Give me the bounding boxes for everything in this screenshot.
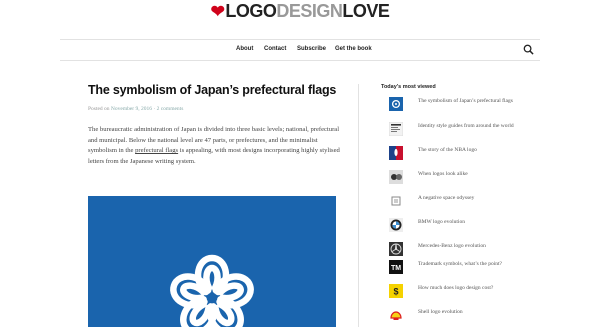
shell-thumb-icon (389, 308, 403, 322)
nav-get-the-book[interactable]: Get the book (335, 46, 372, 52)
list-item-label: How much does logo design cost? (418, 285, 494, 291)
prefectural-flags-link[interactable]: prefectural flags (135, 147, 178, 154)
meta-prefix: Posted on (88, 106, 110, 112)
negative-space-thumb-icon (389, 194, 403, 208)
article-title[interactable]: The symbolism of Japan’s prefectural fla… (88, 83, 336, 97)
heart-icon: ❤ (210, 2, 225, 21)
logo-text-love: LOVE (342, 1, 390, 21)
list-item-label: When logos look alike (418, 171, 468, 177)
list-item-label: Shell logo evolution (418, 309, 463, 315)
sidebar-divider (358, 84, 359, 327)
main-nav: About Contact Subscribe Get the book (60, 40, 540, 60)
list-item-label: The symbolism of Japan’s prefectural fla… (418, 98, 513, 104)
list-item-label: Identity style guides from around the wo… (418, 123, 514, 129)
japan-flag-thumb-icon (389, 97, 403, 111)
sidebar-heading: Today’s most viewed (381, 84, 436, 90)
search-icon[interactable] (523, 44, 534, 55)
list-item[interactable]: TM Trademark symbols, what’s the point? (389, 260, 539, 278)
list-item-label: Trademark symbols, what’s the point? (418, 261, 502, 267)
nba-thumb-icon (389, 146, 403, 160)
list-item[interactable]: When logos look alike (389, 170, 539, 188)
logo-text-logo: LOGO (225, 1, 277, 21)
article-meta: Posted on November 9, 2016 · 2 comments (88, 106, 184, 112)
list-item[interactable]: A negative space odyssey (389, 194, 539, 212)
fukushima-flag-image (88, 196, 336, 327)
article-intro: The bureaucratic administration of Japan… (88, 125, 346, 168)
nav-subscribe[interactable]: Subscribe (297, 46, 326, 52)
list-item-label: The story of the NBA logo (418, 147, 477, 153)
list-item[interactable]: Identity style guides from around the wo… (389, 122, 539, 140)
post-date[interactable]: November 9, 2016 (111, 106, 152, 112)
list-item[interactable]: $ How much does logo design cost? (389, 284, 539, 302)
svg-text:TM: TM (391, 265, 401, 272)
nav-about[interactable]: About (236, 46, 253, 52)
logos-alike-thumb-icon (389, 170, 403, 184)
site-logo[interactable]: ❤LOGODESIGNLOVE (0, 2, 600, 21)
svg-text:$: $ (393, 287, 398, 297)
list-item[interactable]: Mercedes-Benz logo evolution (389, 242, 539, 260)
bmw-thumb-icon (389, 218, 403, 232)
list-item[interactable]: Shell logo evolution (389, 308, 539, 326)
list-item[interactable]: BMW logo evolution (389, 218, 539, 236)
comments-link[interactable]: 2 comments (157, 106, 184, 112)
style-guide-thumb-icon (389, 122, 403, 136)
list-item-label: A negative space odyssey (418, 195, 475, 201)
flag-emblem-icon (170, 254, 254, 327)
trademark-thumb-icon: TM (389, 260, 403, 274)
list-item[interactable]: The story of the NBA logo (389, 146, 539, 164)
nav-bottom-rule (60, 60, 540, 61)
list-item-label: Mercedes-Benz logo evolution (418, 243, 486, 249)
logo-text-design: DESIGN (276, 1, 343, 21)
list-item[interactable]: The symbolism of Japan’s prefectural fla… (389, 97, 539, 115)
nav-contact[interactable]: Contact (264, 46, 286, 52)
logo-cost-thumb-icon: $ (389, 284, 403, 298)
mercedes-thumb-icon (389, 242, 403, 256)
list-item-label: BMW logo evolution (418, 219, 465, 225)
